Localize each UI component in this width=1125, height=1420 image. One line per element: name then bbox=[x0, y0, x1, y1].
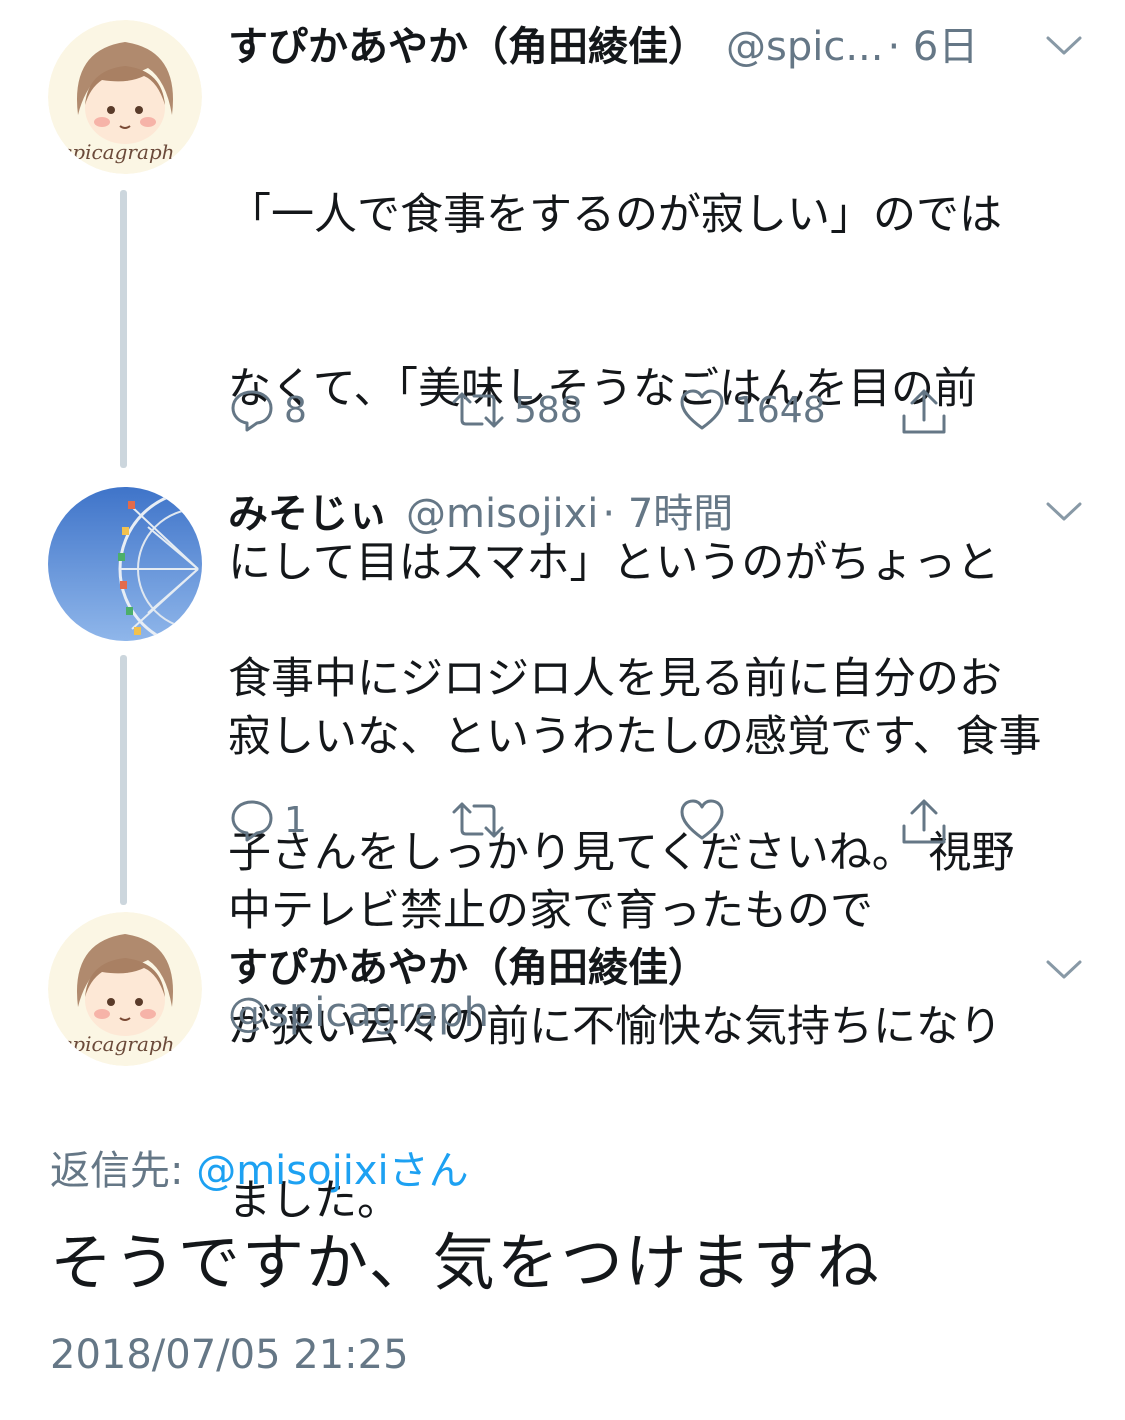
chevron-down-icon[interactable] bbox=[1044, 34, 1084, 58]
chevron-down-icon[interactable] bbox=[1044, 500, 1084, 524]
user-handle[interactable]: @spicagraph bbox=[228, 990, 489, 1036]
retweet-button[interactable] bbox=[450, 796, 514, 844]
tweet-timestamp[interactable]: 2018/07/05 21:25 bbox=[50, 1332, 409, 1378]
reply-count: 1 bbox=[284, 799, 307, 841]
share-button[interactable] bbox=[900, 796, 948, 848]
retweet-icon bbox=[452, 392, 504, 428]
like-icon bbox=[680, 389, 724, 430]
thread-connector bbox=[120, 655, 127, 905]
tweet-header: みそじぃ @misojixi · 7時間 bbox=[228, 481, 733, 539]
chevron-down-icon[interactable] bbox=[1044, 958, 1084, 982]
reply-prefix: 返信先: bbox=[50, 1148, 197, 1194]
tweet-header: すぴかあやか（角田綾佳） bbox=[228, 935, 708, 993]
display-name[interactable]: みそじぃ bbox=[228, 481, 388, 539]
display-name[interactable]: すぴかあやか（角田綾佳） bbox=[228, 935, 708, 993]
like-count: 1648 bbox=[734, 389, 826, 431]
tweet-text-line: 食事中にジロジロ人を見る前に自分のお bbox=[228, 654, 1002, 704]
retweet-count: 588 bbox=[514, 389, 583, 431]
like-icon bbox=[680, 799, 724, 840]
avatar-logo-text: spicagraph bbox=[62, 140, 175, 164]
tweet-text-line: 「一人で食事をするのが寂しい」のでは bbox=[228, 190, 1002, 240]
tweet-time[interactable]: · 7時間 bbox=[602, 481, 733, 539]
main-tweet-text: そうですか、気をつけますね bbox=[50, 1226, 881, 1299]
like-button[interactable] bbox=[678, 796, 734, 844]
share-icon bbox=[902, 799, 946, 844]
reply-icon bbox=[231, 800, 273, 842]
user-handle[interactable]: @misojixi bbox=[406, 491, 598, 537]
retweet-icon bbox=[452, 802, 504, 838]
reply-icon bbox=[231, 390, 273, 432]
avatar[interactable]: spicagraph bbox=[48, 20, 202, 174]
avatar[interactable] bbox=[48, 487, 202, 641]
share-button[interactable] bbox=[900, 386, 948, 438]
retweet-button[interactable]: 588 bbox=[450, 386, 583, 434]
tweet-time[interactable]: · 6日 bbox=[887, 14, 978, 72]
reply-mention-link[interactable]: @misojixiさん bbox=[196, 1148, 468, 1194]
tweet-handle-row: @spicagraph bbox=[228, 990, 489, 1036]
like-button[interactable]: 1648 bbox=[678, 386, 826, 434]
reply-count: 8 bbox=[284, 389, 307, 431]
tweet-actions: 8 588 1648 bbox=[228, 386, 988, 446]
user-handle[interactable]: @spic... bbox=[726, 24, 883, 70]
share-icon bbox=[902, 389, 946, 434]
avatar[interactable]: spicagraph bbox=[48, 912, 202, 1066]
reply-context: 返信先: @misojixiさん bbox=[50, 1138, 469, 1196]
reply-button[interactable]: 1 bbox=[228, 796, 307, 844]
reply-button[interactable]: 8 bbox=[228, 386, 307, 434]
display-name[interactable]: すぴかあやか（角田綾佳） bbox=[228, 14, 708, 72]
thread-connector bbox=[120, 190, 127, 468]
avatar-logo-text: spicagraph bbox=[62, 1032, 175, 1056]
tweet-header: すぴかあやか（角田綾佳） @spic... · 6日 bbox=[228, 14, 978, 72]
tweet-actions: 1 bbox=[228, 796, 988, 856]
